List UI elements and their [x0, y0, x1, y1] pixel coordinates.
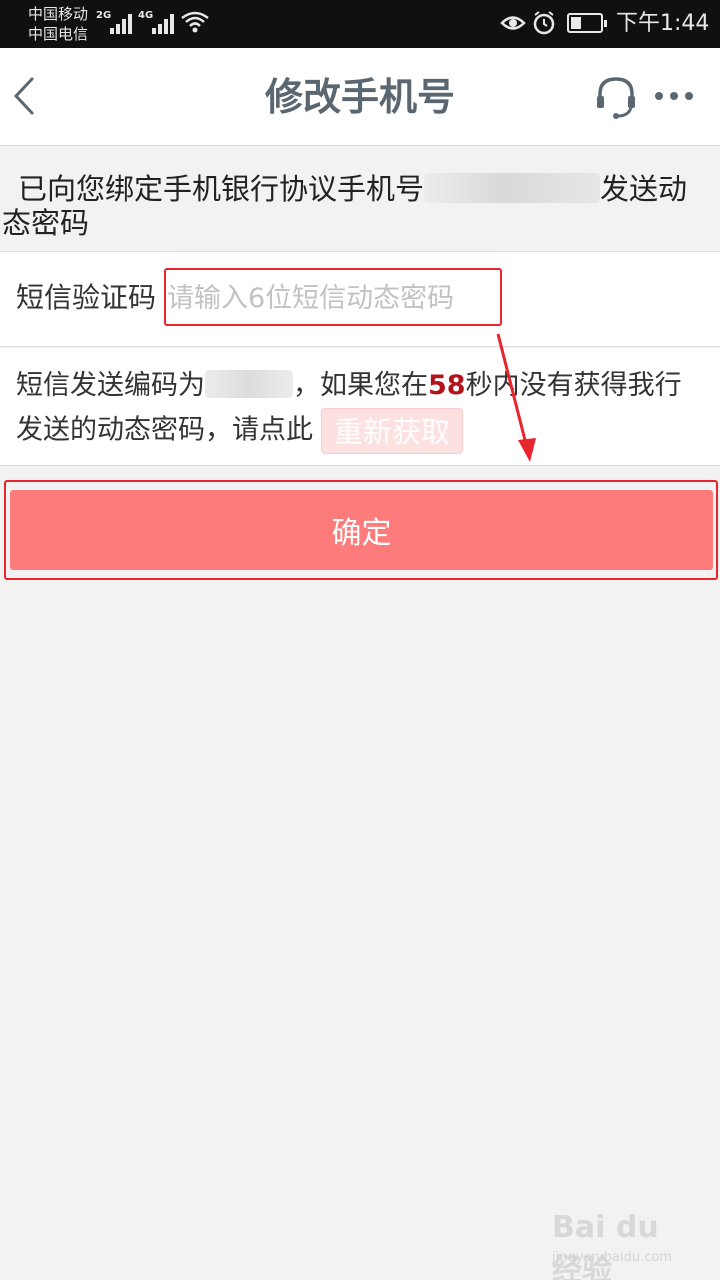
- eye-comfort-icon: [500, 16, 526, 30]
- watermark-brand: Bai du 经验: [552, 1210, 659, 1280]
- battery-icon: [567, 13, 607, 33]
- sms-sent-notice: 已向您绑定手机银行协议手机号 发送动 态密码: [0, 146, 720, 250]
- watermark-url: jingyan.baidu.com: [552, 1250, 672, 1265]
- headset-icon[interactable]: [594, 74, 638, 120]
- more-dots-icon[interactable]: [652, 84, 696, 108]
- signal-1-icon: [110, 12, 132, 34]
- resend-button[interactable]: 重新获取: [321, 408, 464, 454]
- sms-code-label: 短信验证码: [16, 281, 157, 314]
- send-info-prefix: 短信发送编码为: [16, 370, 205, 401]
- sms-code-input[interactable]: [167, 272, 497, 324]
- alarm-icon: [533, 11, 555, 35]
- countdown-seconds: 58: [428, 370, 466, 401]
- confirm-button[interactable]: 确定: [10, 490, 713, 570]
- send-info-line2: 发送的动态密码，请点此: [16, 414, 313, 446]
- network-type-2: 4G: [138, 10, 154, 21]
- signal-2-icon: [152, 12, 174, 34]
- carrier-2: 中国电信: [28, 25, 89, 43]
- status-time: 下午1:44: [616, 11, 710, 36]
- notice-text-prefix: 已向您绑定手机银行协议手机号: [18, 172, 425, 206]
- carrier-1: 中国移动: [28, 5, 89, 23]
- masked-phone-number: [424, 173, 601, 203]
- network-type-1: 2G: [96, 10, 112, 21]
- carrier-info: 中国移动 中国电信: [28, 4, 88, 44]
- nav-bar: 修改手机号: [0, 48, 720, 146]
- status-bar: 中国移动 中国电信 2G 4G 下午1:44: [0, 0, 720, 48]
- notice-text-suffix: 发送动: [600, 172, 688, 206]
- chevron-left-icon[interactable]: [10, 76, 40, 116]
- send-info: 短信发送编码为 ，如果您在58秒内没有获得我行 发送的动态密码，请点此 重新获取: [0, 348, 720, 466]
- send-info-suffix: 秒内没有获得我行: [465, 370, 682, 401]
- wifi-icon: [181, 11, 209, 33]
- notice-text-line2: 态密码: [2, 206, 90, 240]
- masked-send-code: [205, 370, 293, 398]
- sms-code-row: 短信验证码: [0, 251, 720, 347]
- baidu-jingyan-watermark: Bai du 经验 jingyan.baidu.com: [548, 1210, 698, 1280]
- send-info-middle: ，如果您在: [293, 370, 428, 401]
